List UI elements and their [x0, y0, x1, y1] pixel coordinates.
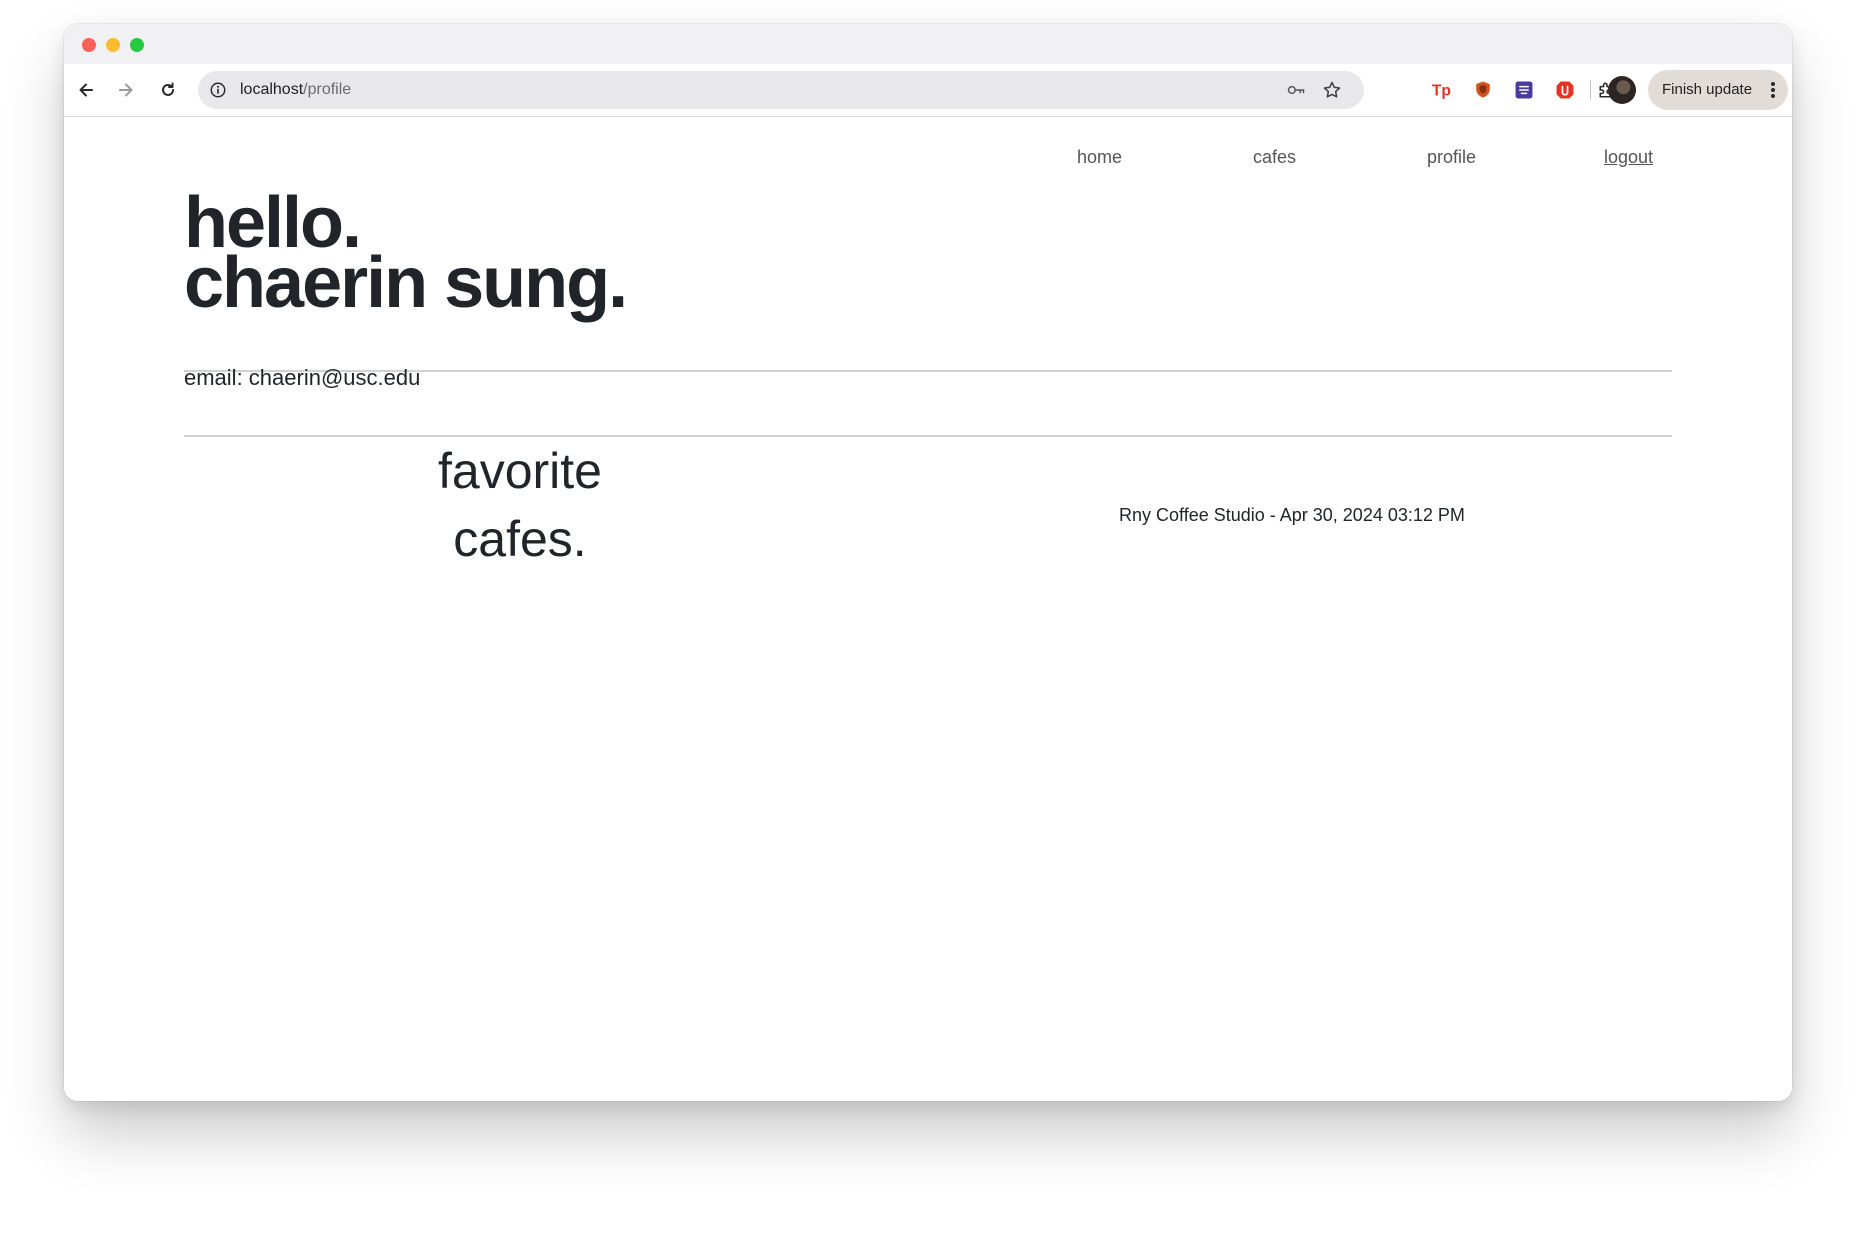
favorites-title-line1: favorite: [438, 443, 602, 499]
title-bar: [64, 24, 1792, 64]
nav-link-cafes[interactable]: cafes: [1253, 147, 1296, 168]
finish-update-button[interactable]: Finish update: [1648, 70, 1788, 110]
forward-button[interactable]: [110, 74, 142, 106]
finish-update-label: Finish update: [1662, 81, 1753, 98]
url-text[interactable]: localhost/profile: [240, 71, 351, 109]
svg-text:Tp: Tp: [1432, 83, 1451, 100]
purple-extension-icon[interactable]: [1511, 77, 1537, 103]
address-bar[interactable]: localhost/profile: [198, 71, 1364, 109]
page-title: hello. chaerin sung.: [184, 187, 628, 323]
close-window-button[interactable]: [82, 38, 96, 52]
arrow-left-icon: [79, 83, 93, 97]
minimize-window-button[interactable]: [106, 38, 120, 52]
star-icon[interactable]: [1322, 80, 1342, 100]
arrow-right-icon: [119, 83, 133, 97]
browser-toolbar: localhost/profile Tp Finish update: [64, 64, 1792, 117]
email-text: email: chaerin@usc.edu: [184, 365, 421, 390]
nav-link-home[interactable]: home: [1077, 147, 1122, 168]
reload-button[interactable]: [152, 74, 184, 106]
nav-link-profile[interactable]: profile: [1427, 147, 1476, 168]
greeting-name: chaerin sung.: [184, 243, 628, 323]
avatar[interactable]: [1608, 76, 1636, 104]
back-button[interactable]: [70, 74, 102, 106]
favorites-title-line2: cafes.: [453, 511, 587, 567]
url-host: localhost: [240, 81, 304, 98]
key-icon[interactable]: [1286, 80, 1306, 100]
page-content: home cafes profile logout hello. chaerin…: [64, 117, 1792, 1101]
toolbar-divider: [1590, 80, 1591, 100]
nav-link-logout[interactable]: logout: [1604, 147, 1653, 168]
favorites-title: favorite cafes.: [420, 437, 620, 573]
shield-extension-icon[interactable]: [1470, 77, 1496, 103]
red-extension-icon[interactable]: [1552, 77, 1578, 103]
divider-bottom: [184, 435, 1672, 437]
reload-icon: [162, 82, 174, 96]
info-icon[interactable]: [208, 80, 228, 100]
more-vertical-icon: [1771, 82, 1775, 98]
maximize-window-button[interactable]: [130, 38, 144, 52]
favorite-cafe-item: Rny Coffee Studio - Apr 30, 2024 03:12 P…: [1119, 505, 1465, 525]
tp-extension-icon[interactable]: Tp: [1429, 77, 1455, 103]
url-path: /profile: [303, 81, 352, 98]
browser-window: localhost/profile Tp Finish update home …: [64, 24, 1792, 1101]
